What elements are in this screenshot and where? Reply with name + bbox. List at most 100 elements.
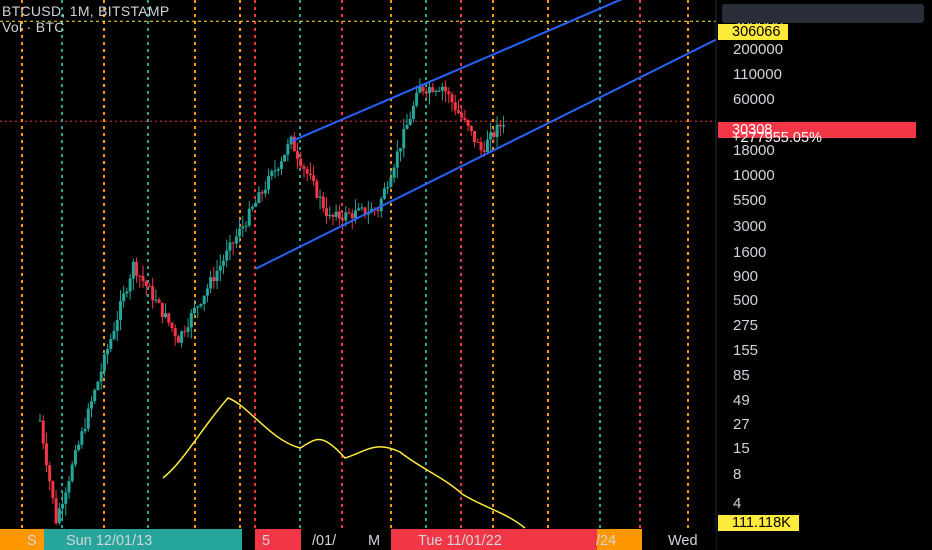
candle-body [80, 431, 84, 445]
price-tick-label: 49 [733, 392, 750, 409]
time-axis-label: 5 [262, 533, 270, 549]
candle-body [437, 90, 441, 92]
candle-body [453, 102, 457, 111]
candle-body [151, 286, 155, 301]
price-tick-label: 110000 [733, 66, 782, 83]
candle-body [170, 322, 174, 328]
candle-body [424, 91, 428, 94]
candle-body [77, 444, 81, 451]
candle-body [440, 86, 444, 91]
axis-search-box[interactable] [722, 4, 924, 23]
candle-body [389, 177, 393, 188]
candle-body [360, 207, 364, 209]
candle-body [305, 168, 309, 174]
candle-body [473, 131, 477, 143]
candle-body [498, 124, 502, 127]
candle-body [450, 94, 454, 103]
price-tick-label: 1600 [733, 244, 766, 261]
price-tick-label: 10000 [733, 167, 775, 184]
candle-body [64, 492, 68, 505]
chart-canvas[interactable]: 3600002000001100006000018000100005500300… [0, 0, 932, 550]
candle-body [476, 142, 480, 144]
candle-body [392, 167, 396, 178]
price-tick-label: 15 [733, 440, 750, 457]
candle-body [286, 144, 290, 155]
candle-body [395, 151, 399, 168]
candle-body [73, 450, 77, 465]
candle-body [196, 306, 200, 308]
candle-body [135, 261, 139, 276]
time-axis-label: Wed [668, 533, 698, 549]
candle-body [209, 277, 213, 289]
candle-body [70, 464, 74, 481]
price-tick-label: 900 [733, 268, 758, 285]
candle-body [102, 354, 106, 372]
candle-body [221, 260, 225, 266]
candle-body [331, 214, 335, 217]
candle-body [83, 428, 87, 432]
candle-body [106, 349, 110, 355]
current-change-tag: +277955.05% [732, 130, 822, 146]
price-tick-label: 85 [733, 367, 750, 384]
candle-body [225, 250, 229, 261]
candle-body [357, 208, 361, 211]
candle-body [270, 171, 274, 176]
candle-body [125, 291, 129, 294]
candle-body [431, 87, 435, 92]
candle-body [109, 338, 113, 350]
candle-body [212, 277, 216, 282]
candle-body [260, 192, 264, 194]
candle-body [38, 420, 42, 422]
time-axis-label: Sun 12/01/13 [66, 533, 152, 549]
candle-body [167, 313, 171, 323]
volume-ma-line [162, 397, 526, 529]
candle-body [347, 212, 351, 214]
candle-body [267, 175, 271, 190]
candle-body [128, 278, 132, 292]
candle-body [51, 481, 55, 499]
candle-body [463, 117, 467, 120]
candle-body [180, 331, 184, 343]
candle-body [144, 280, 148, 287]
candle-body [421, 86, 425, 92]
candle-body [296, 151, 300, 159]
candle-body [324, 208, 328, 217]
time-axis-label: M [368, 533, 380, 549]
candle-body [131, 261, 135, 279]
candle-body [199, 303, 203, 307]
candle-body [386, 187, 390, 189]
candle-body [67, 480, 71, 493]
candle-body [86, 408, 90, 429]
candle-body [428, 87, 432, 94]
candle-body [138, 275, 142, 277]
candle-body [176, 336, 180, 343]
candle-body [48, 465, 52, 482]
candle-body [418, 86, 422, 93]
candle-body [189, 313, 193, 328]
candle-body [337, 211, 341, 219]
candle-body [231, 242, 235, 244]
candle-body [279, 161, 283, 169]
candle-body [147, 286, 151, 288]
candle-body [334, 211, 338, 217]
price-tick-label: 200000 [733, 41, 783, 58]
time-axis-label: Tue 11/01/22 [418, 533, 502, 549]
candle-body [57, 508, 61, 524]
candle-body [447, 91, 451, 95]
candle-body [312, 175, 316, 182]
candle-body [238, 228, 242, 237]
candle-body [186, 327, 190, 332]
candle-body [489, 132, 493, 140]
candle-body [112, 330, 116, 339]
price-tick-label: 275 [733, 317, 758, 334]
candle-body [205, 288, 209, 296]
candle-body [54, 498, 58, 524]
candle-body [202, 295, 206, 304]
candle-body [44, 443, 48, 466]
candle-body [485, 139, 489, 152]
candle-body [492, 132, 496, 137]
candle-body [250, 206, 254, 209]
candle-body [257, 192, 261, 203]
candle-body [405, 124, 409, 130]
candle-body [241, 226, 245, 229]
